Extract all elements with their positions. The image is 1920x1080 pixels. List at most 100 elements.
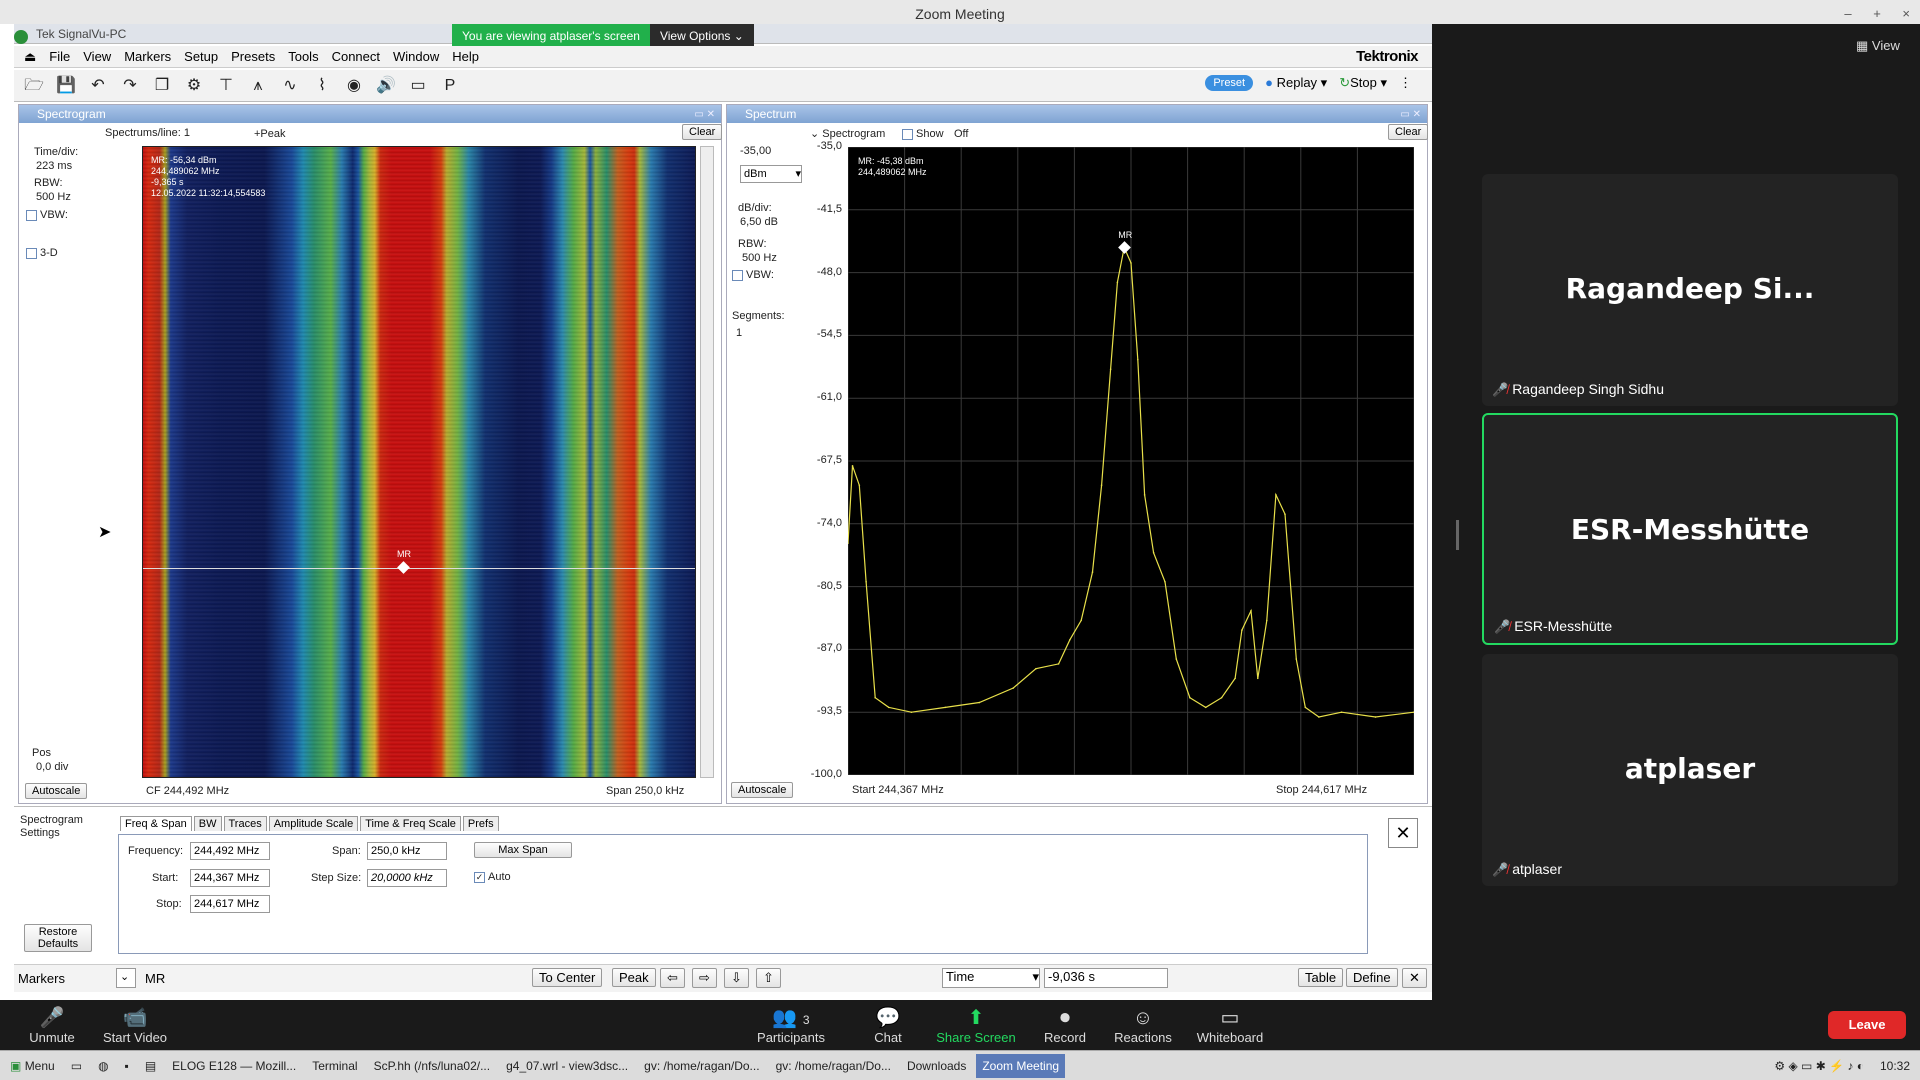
menu-setup[interactable]: Setup [184, 49, 218, 64]
camera-icon[interactable]: ▭ [406, 75, 430, 97]
ref-level[interactable]: -35,00 [740, 145, 771, 158]
pos-value[interactable]: 0,0 div [36, 761, 68, 774]
span-field[interactable]: 250,0 kHz [367, 842, 447, 860]
view-button[interactable]: ▦ View [1856, 38, 1900, 54]
time-select[interactable]: Time ▾ [942, 968, 1040, 988]
open-folder-icon[interactable]: 🗁 [22, 75, 46, 97]
time-div-value[interactable]: 223 ms [36, 160, 72, 173]
chat-button[interactable]: 💬 Chat [868, 1006, 908, 1045]
spectrogram-autoscale-button[interactable]: Autoscale [25, 783, 88, 799]
menu-help[interactable]: Help [452, 49, 479, 64]
time-value-field[interactable]: -9,036 s [1044, 968, 1168, 988]
arrow-left-icon[interactable]: ⇦ [660, 968, 685, 988]
menu-view[interactable]: View [83, 49, 111, 64]
stop-field[interactable]: 244,617 MHz [190, 895, 270, 913]
leave-button[interactable]: Leave [1828, 1011, 1906, 1039]
menu-file[interactable]: File [49, 49, 70, 64]
preset-button[interactable]: Preset [1205, 75, 1254, 91]
undo-icon[interactable]: ↶ [86, 75, 110, 97]
participant-tile[interactable]: Ragandeep Si... 🎤̸ Ragandeep Singh Sidhu [1482, 174, 1898, 406]
close-markers-button[interactable]: ✕ [1402, 968, 1427, 988]
task-view3d[interactable]: g4_07.wrl - view3dsc... [500, 1054, 634, 1078]
redo-icon[interactable]: ↷ [118, 75, 142, 97]
stop-button[interactable]: ↻Stop ▾ [1339, 75, 1387, 91]
view-options-button[interactable]: View Options ⌄ [649, 24, 754, 48]
marker-name[interactable]: MR [145, 971, 165, 986]
tab-time-freq-scale[interactable]: Time & Freq Scale [360, 816, 461, 831]
maximize-button[interactable]: + [1873, 6, 1881, 21]
start-field[interactable]: 244,367 MHz [190, 869, 270, 887]
trigger-icon[interactable]: ⊤ [214, 75, 238, 97]
analyzer-icon[interactable]: ◉ [342, 75, 366, 97]
tab-traces[interactable]: Traces [223, 816, 267, 831]
task-scp[interactable]: ScP.hh (/nfs/luna02/... [368, 1054, 497, 1078]
spectrum-stop[interactable]: Stop 244,617 MHz [1276, 784, 1367, 797]
restore-defaults-button[interactable]: Restore Defaults [24, 924, 92, 952]
participant-tile-active[interactable]: ESR-Messhütte 🎤̸ ESR-Messhütte [1482, 413, 1898, 645]
speaker-icon[interactable]: 🔊 [374, 75, 398, 97]
tab-prefs[interactable]: Prefs [462, 816, 499, 831]
task-gv-1[interactable]: gv: /home/ragan/Do... [638, 1054, 765, 1078]
reactions-button[interactable]: ☺ Reactions [1112, 1006, 1174, 1045]
participant-tile[interactable]: atplaser 🎤̸ atplaser [1482, 654, 1898, 886]
firefox-icon[interactable]: ◍ [92, 1054, 114, 1078]
menu-presets[interactable]: Presets [231, 49, 275, 64]
spectrogram-scrollbar[interactable] [700, 146, 714, 778]
more-menu-icon[interactable]: ⋮ [1399, 75, 1412, 91]
spectrum-autoscale-button[interactable]: Autoscale [731, 782, 794, 798]
terminal-icon[interactable]: ▪ [119, 1054, 135, 1078]
replay-button[interactable]: ● Replay ▾ [1265, 75, 1327, 91]
markers-dropdown[interactable]: ⌄ [116, 968, 136, 988]
show-checkbox[interactable]: Show [902, 128, 944, 141]
minimize-button[interactable]: – [1844, 6, 1851, 21]
start-menu-button[interactable]: ▣ Menu [4, 1054, 61, 1078]
close-settings-button[interactable]: ✕ [1388, 818, 1418, 848]
menu-tools[interactable]: Tools [288, 49, 318, 64]
tab-bw[interactable]: BW [193, 816, 222, 831]
record-button[interactable]: ⏺ Record [1042, 1006, 1088, 1045]
spectrum-rbw-value[interactable]: 500 Hz [742, 252, 777, 265]
task-elog[interactable]: ELOG E128 — Mozill... [166, 1054, 302, 1078]
whiteboard-button[interactable]: ▭ Whiteboard [1192, 1006, 1268, 1045]
menu-markers[interactable]: Markers [124, 49, 171, 64]
tab-amplitude-scale[interactable]: Amplitude Scale [268, 816, 359, 831]
frequency-field[interactable]: 244,492 MHz [190, 842, 270, 860]
spectrum-clear-button[interactable]: Clear [1388, 124, 1429, 140]
threed-checkbox[interactable]: 3-D [26, 247, 58, 260]
spectrum-plot[interactable] [848, 147, 1414, 775]
waveform-icon[interactable]: ∿ [278, 75, 302, 97]
files-icon[interactable]: ▤ [139, 1054, 162, 1078]
signal-icon[interactable]: ⌇ [310, 75, 334, 97]
unit-select[interactable]: dBm ▾ [740, 165, 802, 183]
panel-resize-handle[interactable] [1456, 520, 1459, 550]
arrow-right-icon[interactable]: ⇨ [692, 968, 717, 988]
spectrum-vbw-checkbox[interactable]: VBW: [732, 269, 774, 282]
participants-button[interactable]: 👥 3 Participants [754, 1006, 828, 1045]
task-gv-2[interactable]: gv: /home/ragan/Do... [770, 1054, 897, 1078]
max-span-button[interactable]: Max Span [474, 842, 572, 858]
tab-freq-span[interactable]: Freq & Span [120, 816, 192, 831]
spectrogram-cf[interactable]: CF 244,492 MHz [146, 785, 229, 798]
peak-button[interactable]: Peak [612, 968, 656, 987]
spectrogram-image[interactable]: MR MR: -56,34 dBm 244,489062 MHz -9,365 s1… [142, 146, 696, 778]
task-terminal[interactable]: Terminal [306, 1054, 363, 1078]
eject-icon[interactable]: ⏏ [24, 49, 36, 65]
define-button[interactable]: Define [1346, 968, 1398, 987]
gear-icon[interactable]: ⚙ [182, 75, 206, 97]
spectrum-start[interactable]: Start 244,367 MHz [852, 784, 944, 797]
arrow-up-icon[interactable]: ⇧ [756, 968, 781, 988]
spectrum-icon[interactable]: ⩚ [246, 75, 270, 97]
windows-icon[interactable]: ❐ [150, 75, 174, 97]
rbw-value[interactable]: 500 Hz [36, 191, 71, 204]
db-div-value[interactable]: 6,50 dB [740, 216, 778, 229]
table-button[interactable]: Table [1298, 968, 1344, 987]
task-downloads[interactable]: Downloads [901, 1054, 972, 1078]
task-zoom[interactable]: Zoom Meeting [976, 1053, 1066, 1078]
tray-icons[interactable]: ⚙ ◈ ▭ ✱ ⚡ ♪ ◐ [1768, 1054, 1870, 1078]
show-desktop-icon[interactable]: ▭ [65, 1054, 88, 1078]
spectrogram-clear-button[interactable]: Clear [682, 124, 723, 140]
to-center-button[interactable]: To Center [532, 968, 603, 987]
close-window-button[interactable]: × [1902, 6, 1910, 21]
menu-window[interactable]: Window [393, 49, 439, 64]
arrow-down-icon[interactable]: ⇩ [724, 968, 749, 988]
